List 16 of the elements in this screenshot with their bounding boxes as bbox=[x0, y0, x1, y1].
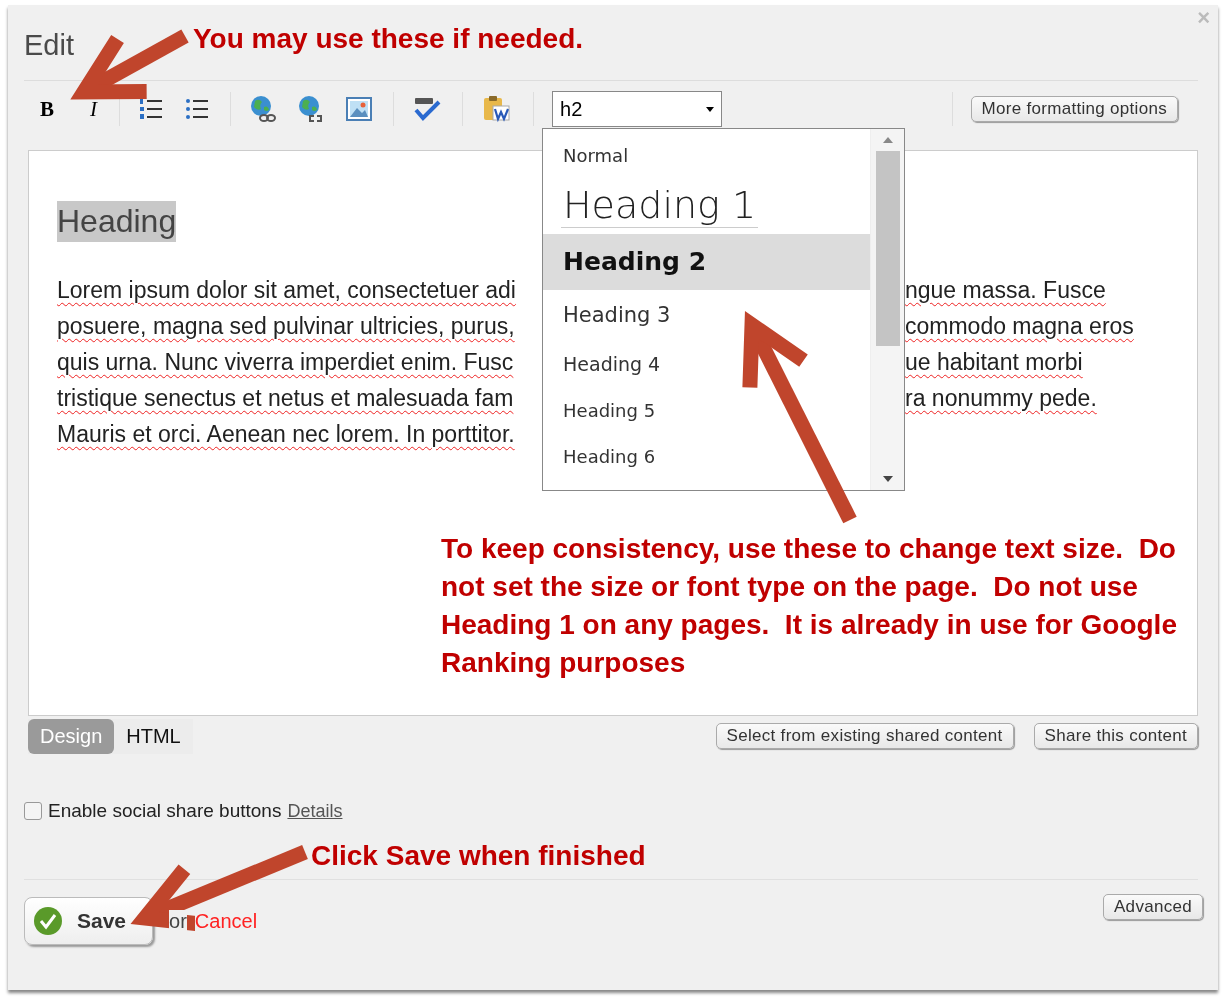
annotation-text: Click Save when finished bbox=[311, 839, 647, 873]
annotation-text: You may use these if needed. bbox=[193, 22, 585, 56]
body-text: posuere, magna sed pulvinar ultricies, purus, bbox=[57, 312, 516, 341]
editor-heading: Heading bbox=[57, 201, 177, 242]
annotation-text: To keep consistency, use these to change text size. Do not set the size or font type on the page. Do not use Heading 1 on any pages. It is already in use for Google Ranking purposes bbox=[441, 532, 1178, 680]
window-title: Edit bbox=[24, 29, 74, 62]
body-text: ue habitant morbi bbox=[905, 348, 1084, 377]
body-text: tristique senectus et netus et malesuada fam bbox=[57, 384, 515, 413]
body-text: ngue massa. Fusce bbox=[905, 276, 1107, 305]
body-text: Lorem ipsum dolor sit amet, consectetuer adi bbox=[57, 276, 517, 305]
checkbox-label: Enable social share buttons bbox=[48, 800, 282, 822]
body-text: commodo magna eros bbox=[905, 312, 1135, 341]
body-text: ra nonummy pede. bbox=[905, 384, 1098, 413]
body-text: Mauris et orci. Aenean nec lorem. In porttitor. bbox=[57, 420, 516, 449]
or-text: or bbox=[169, 909, 187, 933]
body-text: quis urna. Nunc viverra imperdiet enim. Fusc bbox=[57, 348, 515, 377]
